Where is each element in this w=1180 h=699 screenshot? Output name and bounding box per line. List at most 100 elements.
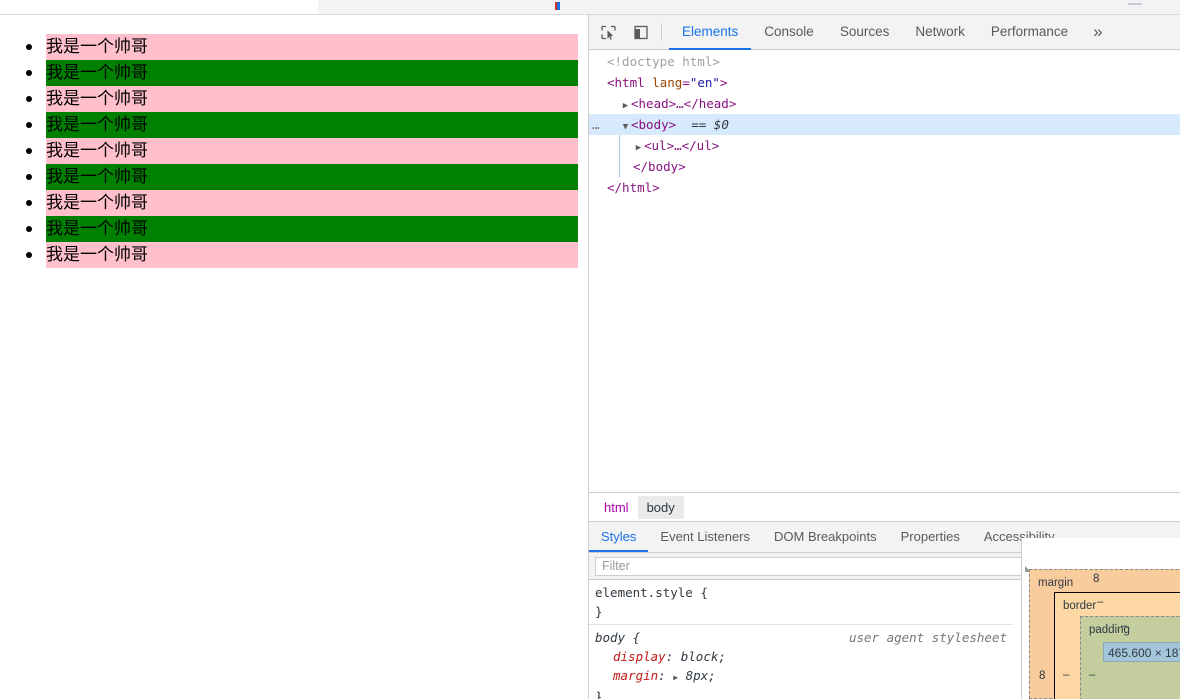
list-item-label: 我是一个帅哥 bbox=[46, 164, 578, 190]
tab-event-listeners[interactable]: Event Listeners bbox=[648, 522, 762, 552]
declaration-margin-value[interactable]: 8px; bbox=[686, 668, 716, 683]
dom-row-head[interactable]: ▶ <head>…</head> bbox=[589, 93, 1180, 114]
list-item: 我是一个帅哥 bbox=[0, 112, 588, 138]
body-node-text: <body> bbox=[631, 117, 677, 132]
list-item-label: 我是一个帅哥 bbox=[46, 112, 578, 138]
list-item: 我是一个帅哥 bbox=[0, 242, 588, 268]
page-viewport: 我是一个帅哥 我是一个帅哥 我是一个帅哥 我是一个帅哥 我是一个帅哥 我是一个帅… bbox=[0, 15, 588, 699]
list-item: 我是一个帅哥 bbox=[0, 34, 588, 60]
body-rule-selector: body { bbox=[595, 630, 641, 645]
list-item: 我是一个帅哥 bbox=[0, 190, 588, 216]
styles-filter-input[interactable] bbox=[595, 556, 1070, 576]
css-rule-body[interactable]: body { user agent stylesheet display: bl… bbox=[589, 625, 1013, 699]
html-open-lt: < bbox=[607, 75, 615, 90]
bullet-icon bbox=[26, 70, 32, 76]
html-lang-attr-value: "en" bbox=[689, 75, 720, 90]
bullet-icon bbox=[26, 96, 32, 102]
declaration-display[interactable]: display: block; bbox=[595, 647, 1007, 666]
head-node-text: <head>…</head> bbox=[631, 96, 737, 111]
list-item-label: 我是一个帅哥 bbox=[46, 190, 578, 216]
box-model-margin-top-value[interactable]: 8 bbox=[1093, 573, 1099, 585]
page-list: 我是一个帅哥 我是一个帅哥 我是一个帅哥 我是一个帅哥 我是一个帅哥 我是一个帅… bbox=[0, 34, 588, 268]
dom-row-body-close[interactable]: </body> bbox=[589, 156, 1180, 177]
bullet-icon bbox=[26, 122, 32, 128]
list-item-label: 我是一个帅哥 bbox=[46, 34, 578, 60]
dom-row-html-open[interactable]: <html lang="en"> bbox=[589, 72, 1180, 93]
declaration-display-value[interactable]: block; bbox=[681, 649, 726, 664]
box-model-border-label: border bbox=[1063, 600, 1097, 612]
bullet-icon bbox=[26, 148, 32, 154]
tab-network[interactable]: Network bbox=[902, 15, 978, 50]
tab-sources[interactable]: Sources bbox=[827, 15, 903, 50]
tab-styles[interactable]: Styles bbox=[589, 522, 649, 552]
chevron-right-icon[interactable]: ▶ bbox=[673, 668, 678, 687]
list-item-label: 我是一个帅哥 bbox=[46, 138, 578, 164]
dom-row-html-close[interactable]: </html> bbox=[589, 177, 1180, 198]
tab-dom-breakpoints[interactable]: DOM Breakpoints bbox=[762, 522, 889, 552]
box-model-border-top-value[interactable]: – bbox=[1097, 596, 1103, 608]
bullet-icon bbox=[26, 44, 32, 50]
box-model-content-size[interactable]: 465.600 × 187.20 bbox=[1103, 642, 1180, 662]
box-model-border-left-value[interactable]: – bbox=[1063, 669, 1069, 681]
toolbar-divider bbox=[661, 23, 662, 41]
list-item: 我是一个帅哥 bbox=[0, 164, 588, 190]
list-item: 我是一个帅哥 bbox=[0, 138, 588, 164]
tab-performance[interactable]: Performance bbox=[978, 15, 1081, 50]
bullet-icon bbox=[26, 200, 32, 206]
declaration-display-name: display bbox=[613, 649, 666, 664]
window-minimize-sliver[interactable] bbox=[1128, 3, 1142, 5]
html-lang-attr-name: lang bbox=[652, 75, 683, 90]
box-model-padding-left-value[interactable]: – bbox=[1089, 669, 1095, 681]
bullet-icon bbox=[26, 252, 32, 258]
more-tabs-chevron-icon[interactable]: » bbox=[1081, 22, 1114, 42]
browser-chrome-strip bbox=[0, 0, 1180, 14]
element-style-close-brace: } bbox=[595, 604, 603, 619]
list-item: 我是一个帅哥 bbox=[0, 86, 588, 112]
html-open-gt: > bbox=[719, 75, 728, 90]
list-item: 我是一个帅哥 bbox=[0, 216, 588, 242]
dom-row-doctype[interactable]: <!doctype html> bbox=[589, 51, 1180, 72]
omnibox[interactable] bbox=[318, 0, 1180, 14]
body-rule-origin: user agent stylesheet bbox=[848, 630, 1007, 645]
box-model-margin-label: margin bbox=[1038, 577, 1074, 589]
box-model-pane: margin 8 8 border – – padding – – 465.60… bbox=[1021, 538, 1180, 699]
declaration-margin-name: margin bbox=[613, 668, 659, 683]
html-tag-name: html bbox=[614, 75, 645, 90]
list-item-label: 我是一个帅哥 bbox=[46, 86, 578, 112]
bullet-icon bbox=[26, 226, 32, 232]
device-toolbar-icon[interactable] bbox=[627, 19, 655, 45]
css-rule-list: element.style { } body { user agent styl… bbox=[589, 580, 1013, 699]
element-style-selector: element.style { bbox=[595, 585, 708, 600]
tab-elements[interactable]: Elements bbox=[669, 15, 752, 50]
list-item-label: 我是一个帅哥 bbox=[46, 60, 578, 86]
devtools-tab-strip: Elements Console Sources Network Perform… bbox=[669, 15, 1081, 50]
inspect-element-icon[interactable] bbox=[594, 19, 622, 45]
ul-node-text: <ul>…</ul> bbox=[644, 138, 720, 153]
css-rule-element-style[interactable]: element.style { } bbox=[589, 580, 1013, 625]
doctype-text: <!doctype html> bbox=[607, 54, 720, 69]
tab-properties[interactable]: Properties bbox=[889, 522, 972, 552]
declaration-margin[interactable]: margin: ▶ 8px; bbox=[595, 666, 1007, 687]
breadcrumb: html body bbox=[589, 492, 1180, 521]
body-selected-marker: == $0 bbox=[691, 117, 729, 132]
breadcrumb-item-body[interactable]: body bbox=[637, 495, 684, 519]
omnibox-favicon-sliver-blue bbox=[557, 2, 560, 10]
screenshot-root: 我是一个帅哥 我是一个帅哥 我是一个帅哥 我是一个帅哥 我是一个帅哥 我是一个帅… bbox=[0, 0, 1180, 699]
node-menu-ellipsis-icon[interactable]: … bbox=[592, 114, 599, 135]
dom-row-ul[interactable]: ▶ <ul>…</ul> bbox=[589, 135, 1180, 177]
list-item: 我是一个帅哥 bbox=[0, 60, 588, 86]
html-attr-eq: = bbox=[682, 75, 690, 90]
body-close-text: </body> bbox=[633, 159, 686, 174]
devtools-toolbar: Elements Console Sources Network Perform… bbox=[589, 15, 1180, 50]
dom-row-body[interactable]: … ▼ <body> == $0 bbox=[589, 114, 1180, 135]
list-item-label: 我是一个帅哥 bbox=[46, 242, 578, 268]
list-item-label: 我是一个帅哥 bbox=[46, 216, 578, 242]
tab-console[interactable]: Console bbox=[751, 15, 827, 50]
bullet-icon bbox=[26, 174, 32, 180]
breadcrumb-item-html[interactable]: html bbox=[595, 496, 638, 519]
box-model-padding-top-value[interactable]: – bbox=[1121, 620, 1127, 632]
body-rule-header: body { user agent stylesheet bbox=[595, 628, 1007, 647]
body-rule-close-brace: } bbox=[595, 689, 603, 699]
html-close-text: </html> bbox=[607, 180, 660, 195]
box-model-margin-left-value[interactable]: 8 bbox=[1039, 670, 1045, 682]
